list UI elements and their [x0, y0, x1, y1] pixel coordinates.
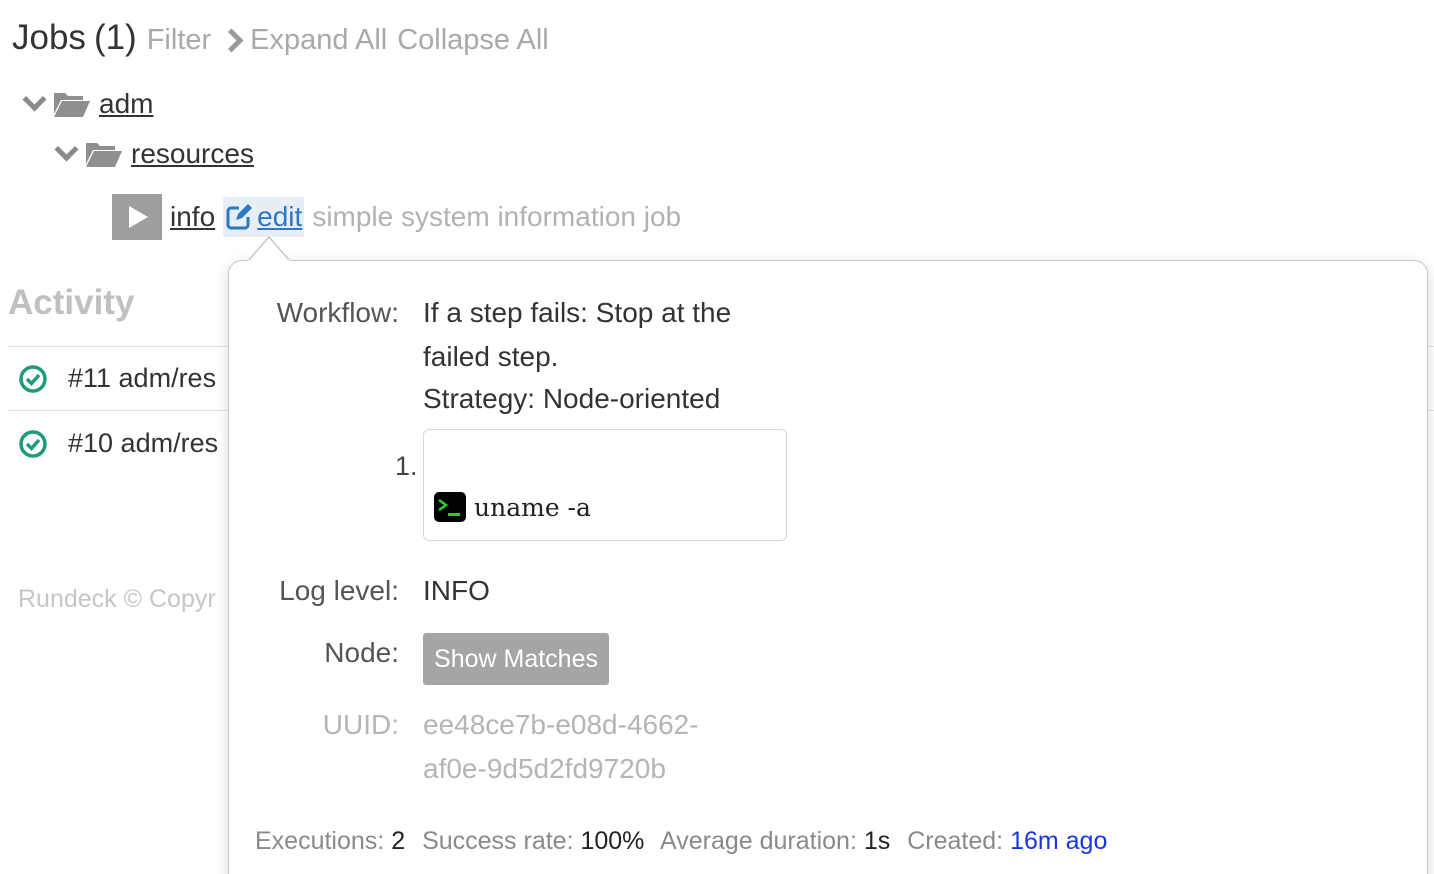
avg-duration-value: 1s: [863, 827, 891, 855]
activity-row[interactable]: #10 adm/res: [18, 428, 218, 459]
jobs-page: Jobs (1) Filter Expand All Collapse All a…: [0, 0, 1434, 874]
avg-duration-label: Average duration:: [660, 827, 857, 855]
activity-row-text[interactable]: #11 adm/res: [68, 363, 216, 394]
workflow-step: uname -a: [423, 429, 787, 541]
edit-job-link[interactable]: edit: [223, 197, 305, 237]
expand-all-link[interactable]: Expand All: [250, 24, 387, 57]
tree-group-adm: adm: [22, 86, 153, 120]
job-stats: Executions: 2 Success rate: 100% Average…: [255, 827, 1107, 856]
footer-copyright: Rundeck © Copyr: [18, 585, 216, 613]
job-row: info edit simple system information job: [112, 194, 681, 240]
job-description: simple system information job: [312, 201, 682, 232]
jobs-header: Jobs (1) Filter Expand All Collapse All: [12, 18, 549, 58]
play-icon[interactable]: [112, 194, 162, 240]
uuid-label: UUID:: [322, 709, 399, 740]
step-command: uname -a: [434, 492, 591, 522]
folder-open-icon: [86, 143, 122, 167]
group-link-adm[interactable]: adm: [99, 88, 153, 120]
popover-arrow: [248, 236, 290, 262]
loglevel-label: Log level:: [279, 575, 399, 606]
page-title: Jobs (1): [12, 18, 137, 58]
created-label: Created:: [907, 827, 1004, 855]
terminal-icon: [434, 492, 466, 522]
success-rate-value: 100%: [580, 827, 645, 855]
collapse-all-link[interactable]: Collapse All: [397, 24, 549, 57]
group-link-resources[interactable]: resources: [131, 138, 254, 170]
activity-row-text[interactable]: #10 adm/res: [68, 428, 218, 459]
chevron-right-icon[interactable]: [219, 28, 244, 53]
filter-link[interactable]: Filter: [147, 24, 211, 57]
activity-title: Activity: [8, 283, 135, 322]
step-number: 1.: [395, 451, 418, 481]
success-rate-label: Success rate:: [422, 827, 574, 855]
edit-icon: [226, 204, 253, 230]
check-circle-icon: [19, 429, 47, 458]
workflow-error-handling: If a step fails: Stop at the: [423, 297, 732, 328]
step-command-text: uname -a: [474, 492, 591, 522]
workflow-label: Workflow:: [276, 297, 399, 328]
tree-group-resources: resources: [54, 136, 254, 170]
loglevel-value: INFO: [423, 575, 490, 606]
chevron-down-icon[interactable]: [22, 86, 47, 112]
executions-label: Executions:: [255, 827, 385, 855]
node-label: Node:: [324, 637, 399, 668]
job-name-link[interactable]: info: [170, 201, 215, 233]
workflow-strategy: Strategy: Node-oriented: [423, 383, 721, 414]
uuid-value: ee48ce7b-e08d-4662-: [423, 709, 699, 740]
job-details-popover: Workflow: If a step fails: Stop at the f…: [228, 260, 1428, 874]
show-matches-button[interactable]: Show Matches: [423, 633, 609, 685]
created-value-link[interactable]: 16m ago: [1010, 827, 1107, 855]
folder-open-icon: [54, 93, 90, 117]
page-title-text: Jobs: [12, 18, 86, 57]
chevron-down-icon[interactable]: [54, 136, 79, 162]
edit-link-text[interactable]: edit: [257, 201, 302, 233]
executions-value: 2: [391, 827, 406, 855]
job-count: (1): [93, 18, 137, 57]
uuid-value-cont: af0e-9d5d2fd9720b: [423, 753, 666, 784]
activity-row[interactable]: #11 adm/res: [18, 363, 216, 394]
workflow-error-handling-cont: failed step.: [423, 341, 559, 372]
check-circle-icon: [19, 364, 47, 393]
